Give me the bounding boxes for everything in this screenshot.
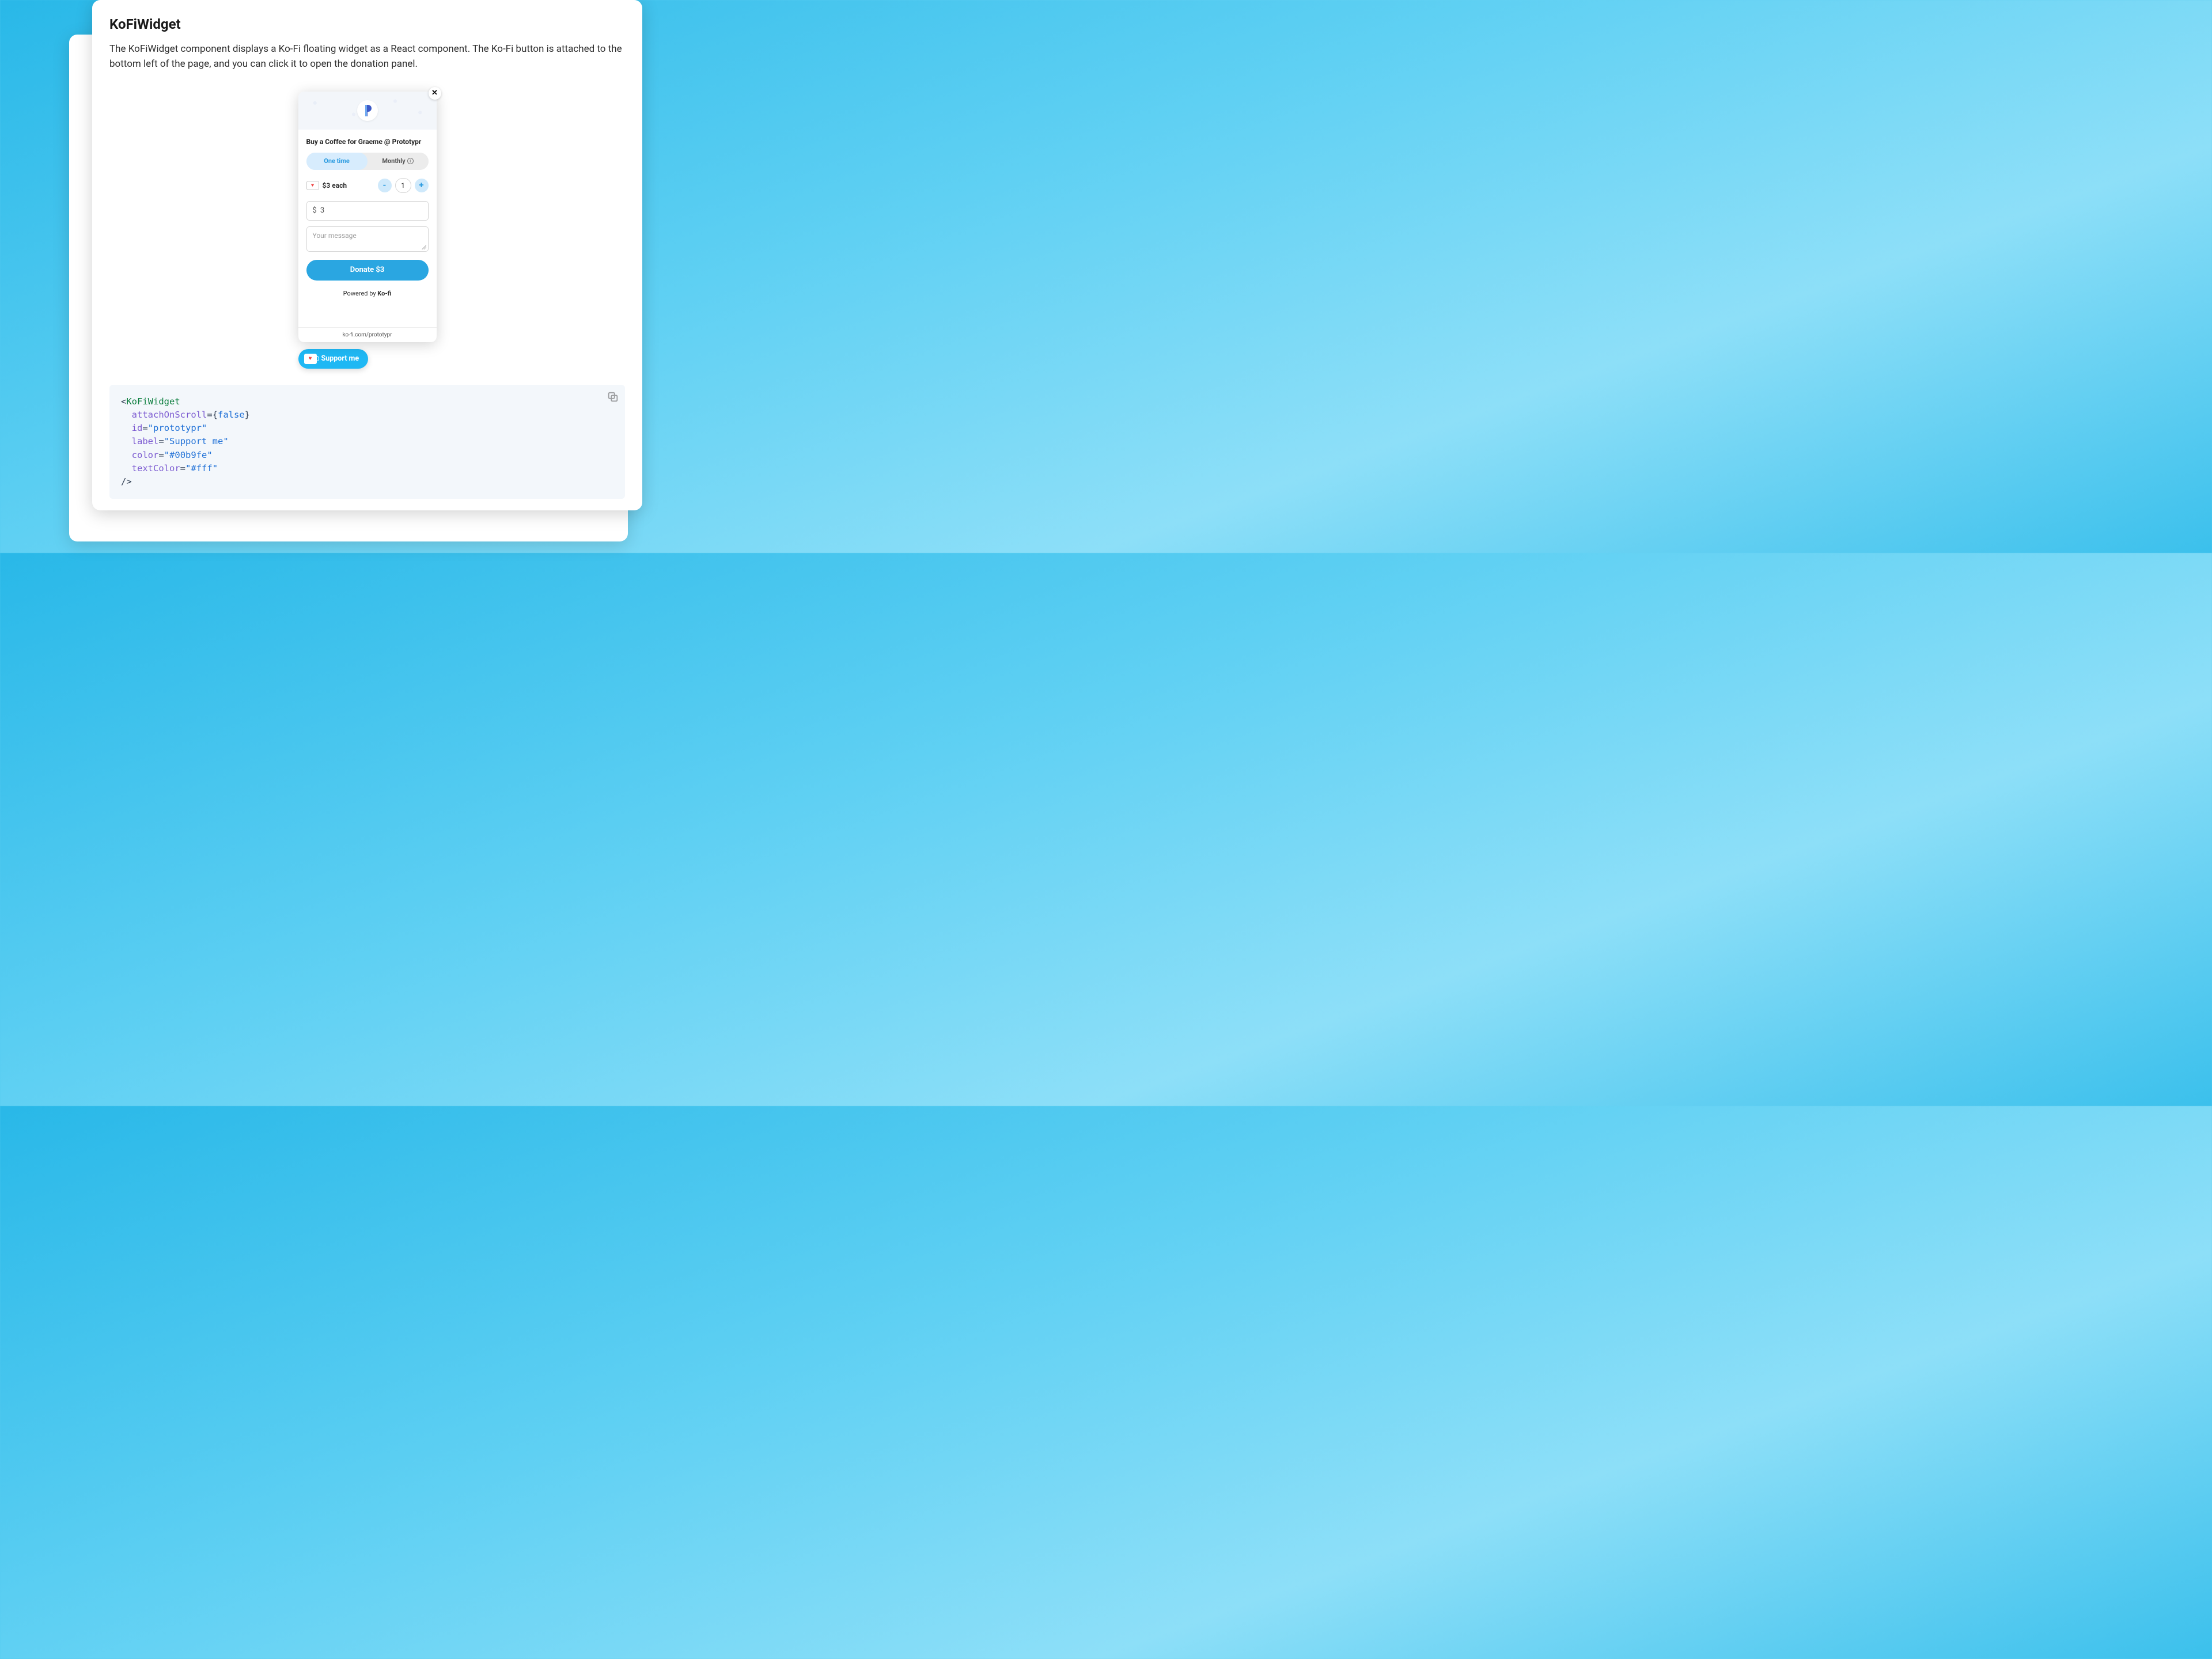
amount-input[interactable]: $ 3 (306, 201, 429, 221)
copy-icon[interactable] (607, 391, 619, 403)
support-me-label: Support me (321, 354, 359, 363)
widget-wrap: ✕ Buy a Coffee for Graeme @ Prototypr (298, 92, 437, 369)
unit-price-row: ♥ $3 each - 1 + (306, 178, 429, 193)
quantity-stepper: - 1 + (378, 178, 429, 193)
message-placeholder: Your message (313, 232, 357, 240)
info-icon: i (407, 158, 414, 164)
amount-value: 3 (320, 206, 324, 215)
doc-card: KoFiWidget The KoFiWidget component disp… (92, 0, 642, 510)
each-label: $3 each (323, 181, 347, 190)
tab-monthly[interactable]: Monthly i (368, 153, 429, 170)
intro-paragraph: The KoFiWidget component displays a Ko-F… (109, 41, 625, 72)
donate-button[interactable]: Donate $3 (306, 260, 429, 281)
prototypr-logo-icon (357, 100, 378, 121)
kofi-footer-url[interactable]: ko-fi.com/prototypr (298, 327, 437, 342)
message-input[interactable]: Your message (306, 226, 429, 252)
kofi-header (298, 92, 437, 130)
powered-by: Powered by Ko-fi (306, 290, 429, 327)
tab-monthly-label: Monthly (382, 157, 405, 165)
code-snippet: <KoFiWidget attachOnScroll={false} id="p… (109, 385, 625, 499)
currency-prefix: $ (313, 206, 317, 215)
kofi-body: Buy a Coffee for Graeme @ Prototypr One … (298, 130, 437, 327)
close-button[interactable]: ✕ (429, 87, 441, 100)
frequency-segmented: One time Monthly i (306, 153, 429, 170)
qty-minus-button[interactable]: - (378, 179, 392, 192)
support-me-button[interactable]: ♥ Support me (298, 349, 369, 369)
tab-one-time[interactable]: One time (306, 153, 368, 170)
coffee-cup-icon: ♥ (304, 354, 317, 364)
qty-value[interactable]: 1 (395, 178, 411, 193)
widget-preview-area: ✕ Buy a Coffee for Graeme @ Prototypr (109, 86, 625, 369)
kofi-panel: Buy a Coffee for Graeme @ Prototypr One … (298, 92, 437, 342)
coffee-cup-icon: ♥ (306, 181, 319, 190)
qty-plus-button[interactable]: + (415, 179, 429, 192)
kofi-title: Buy a Coffee for Graeme @ Prototypr (306, 138, 429, 146)
page-title: KoFiWidget (109, 16, 625, 32)
